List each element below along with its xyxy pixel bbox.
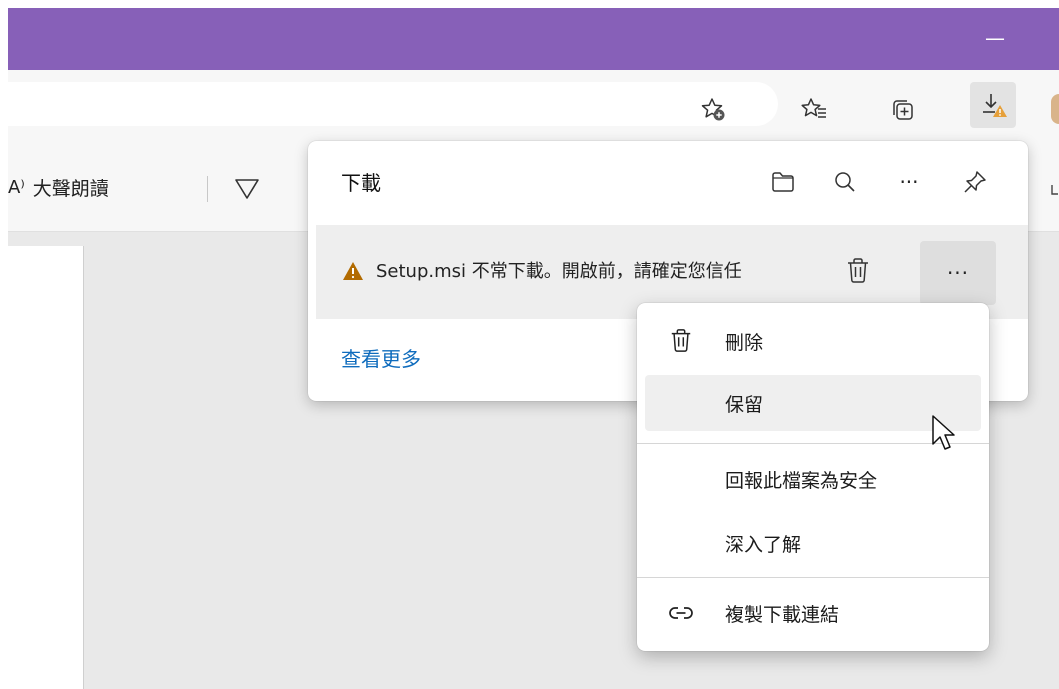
mouse-cursor-icon [930, 414, 958, 458]
downloads-header: 下載 ··· [308, 141, 1028, 223]
menu-item-delete[interactable]: 刪除 [645, 313, 981, 369]
downloads-warning-icon[interactable] [970, 82, 1016, 128]
toolbar-divider [207, 176, 208, 202]
downloads-title: 下載 [341, 171, 381, 195]
pin-icon[interactable] [958, 165, 992, 199]
address-field[interactable] [8, 82, 778, 126]
see-more-link[interactable]: 查看更多 [341, 343, 421, 372]
filter-icon[interactable] [234, 174, 260, 206]
menu-divider [637, 577, 989, 578]
delete-download-button[interactable] [840, 253, 876, 289]
menu-item-label: 深入了解 [725, 534, 802, 556]
favorites-icon[interactable] [795, 90, 833, 128]
read-aloud-icon: A⁾ [8, 177, 25, 198]
add-favorite-icon[interactable] [694, 90, 732, 128]
profile-avatar[interactable] [1051, 94, 1059, 124]
read-aloud-label: 大聲朗讀 [32, 178, 109, 200]
menu-item-label: 刪除 [725, 332, 764, 354]
trash-icon [667, 327, 695, 355]
menu-item-label: 回報此檔案為安全 [725, 470, 878, 492]
folder-icon[interactable] [766, 165, 800, 199]
menu-item-label: 保留 [725, 394, 764, 416]
read-aloud-button[interactable]: A⁾ 大聲朗讀 [8, 174, 109, 201]
menu-item-label: 複製下載連結 [725, 604, 840, 626]
menu-item-copy-link[interactable]: 複製下載連結 [645, 585, 981, 641]
menu-item-learn-more[interactable]: 深入了解 [645, 515, 981, 571]
search-icon[interactable] [828, 165, 862, 199]
download-more-actions-button[interactable]: ··· [920, 241, 996, 305]
minimize-button[interactable]: — [975, 8, 1015, 70]
link-icon [667, 599, 695, 627]
toolbar-edge-icon[interactable] [1051, 182, 1059, 200]
warning-icon [342, 261, 364, 285]
window-title-bar: — [8, 8, 1059, 70]
document-page [8, 246, 84, 689]
address-bar-row [8, 70, 1059, 146]
menu-item-report-safe[interactable]: 回報此檔案為安全 [645, 451, 981, 507]
trash-icon [848, 258, 868, 283]
more-options-icon[interactable]: ··· [892, 165, 926, 199]
collections-icon[interactable] [883, 90, 921, 128]
download-context-menu: 刪除 保留 回報此檔案為安全 深入了解 複製下載連結 [637, 303, 989, 651]
download-item-text: Setup.msi 不常下載。開啟前，請確定您信任 [376, 261, 742, 282]
